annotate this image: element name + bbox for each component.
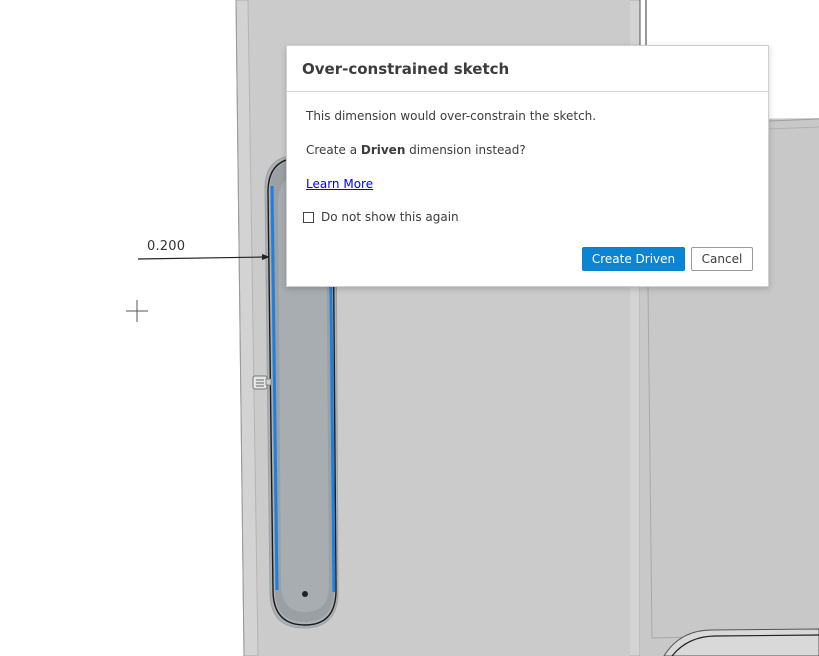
model-top-right-notch — [640, 0, 646, 45]
do-not-show-row[interactable]: Do not show this again — [303, 210, 459, 224]
learn-more-link[interactable]: Learn More — [306, 177, 373, 191]
cancel-button[interactable]: Cancel — [691, 247, 753, 271]
dialog-prompt: Create a Driven dimension instead? — [306, 143, 526, 157]
prompt-suffix: dimension instead? — [405, 143, 526, 157]
over-constrained-dialog: Over-constrained sketch This dimension w… — [286, 45, 769, 287]
dialog-header: Over-constrained sketch — [287, 46, 768, 92]
dialog-title: Over-constrained sketch — [302, 59, 510, 78]
sketch-point[interactable] — [302, 591, 308, 597]
dimension-value[interactable]: 0.200 — [147, 239, 185, 254]
do-not-show-label[interactable]: Do not show this again — [321, 210, 459, 224]
dialog-message: This dimension would over-constrain the … — [306, 109, 597, 123]
prompt-bold: Driven — [360, 143, 406, 157]
prompt-prefix: Create a — [306, 143, 361, 157]
do-not-show-checkbox[interactable] — [303, 211, 314, 223]
create-driven-button[interactable]: Create Driven — [582, 247, 685, 271]
